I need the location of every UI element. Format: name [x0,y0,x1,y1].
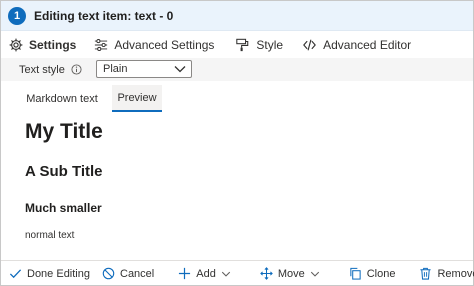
code-icon [303,39,316,51]
sliders-icon [95,39,108,51]
trash-icon [420,267,432,280]
preview-heading-1: My Title [25,120,103,143]
text-style-value: Plain [103,63,128,75]
tab-advanced-settings[interactable]: Advanced Settings [94,33,214,57]
panel-title: Editing text item: text - 0 [34,8,174,23]
chevron-down-icon [310,271,319,277]
tab-settings-label: Settings [29,38,77,52]
tab-markdown-text[interactable]: Markdown text [19,85,105,112]
panel-header: 1 Editing text item: text - 0 [1,1,473,31]
text-style-dropdown[interactable]: Plain [96,60,192,78]
chevron-down-icon [221,271,230,277]
tab-settings[interactable]: Settings [9,33,76,57]
tab-advanced-settings-label: Advanced Settings [114,38,215,52]
add-button[interactable]: Add [178,263,236,285]
text-style-row: Text style Plain [1,58,473,81]
tab-advanced-editor-label: Advanced Editor [323,38,412,52]
plus-icon [179,267,191,280]
preview-heading-3: Much smaller [25,201,102,215]
move-arrows-icon [260,267,273,280]
done-editing-label: Done Editing [27,267,90,280]
bottom-toolbar: Done Editing Cancel Add Move Clone Remov [1,260,474,286]
settings-tab-bar: Settings Advanced Settings Style Advance… [1,32,473,58]
done-editing-button[interactable]: Done Editing [9,263,90,285]
editor-panel: 1 Editing text item: text - 0 Settings A… [0,0,474,286]
tab-advanced-editor[interactable]: Advanced Editor [302,33,411,57]
clone-button[interactable]: Clone [349,263,396,285]
preview-paragraph: normal text [25,230,75,241]
cancel-label: Cancel [120,267,155,280]
cancel-button[interactable]: Cancel [102,263,154,285]
move-button[interactable]: Move [260,263,325,285]
cancel-icon [102,267,115,280]
remove-label: Remove [437,267,474,280]
tab-style-label: Style [256,38,284,52]
info-icon[interactable] [71,64,82,75]
tab-style[interactable]: Style [235,33,283,57]
chevron-down-icon [174,66,186,73]
move-label: Move [277,267,305,280]
text-style-label: Text style [19,63,65,76]
gear-icon [9,38,23,52]
clone-label: Clone [366,267,396,280]
copy-icon [350,267,361,280]
add-label: Add [196,267,216,280]
paint-brush-icon [236,38,249,52]
step-number-badge: 1 [8,6,26,25]
remove-button[interactable]: Remove [419,263,474,285]
tab-preview[interactable]: Preview [112,85,162,112]
editor-view-tabs: Markdown text Preview [1,85,473,112]
checkmark-icon [9,269,22,279]
preview-heading-2: A Sub Title [25,163,103,180]
